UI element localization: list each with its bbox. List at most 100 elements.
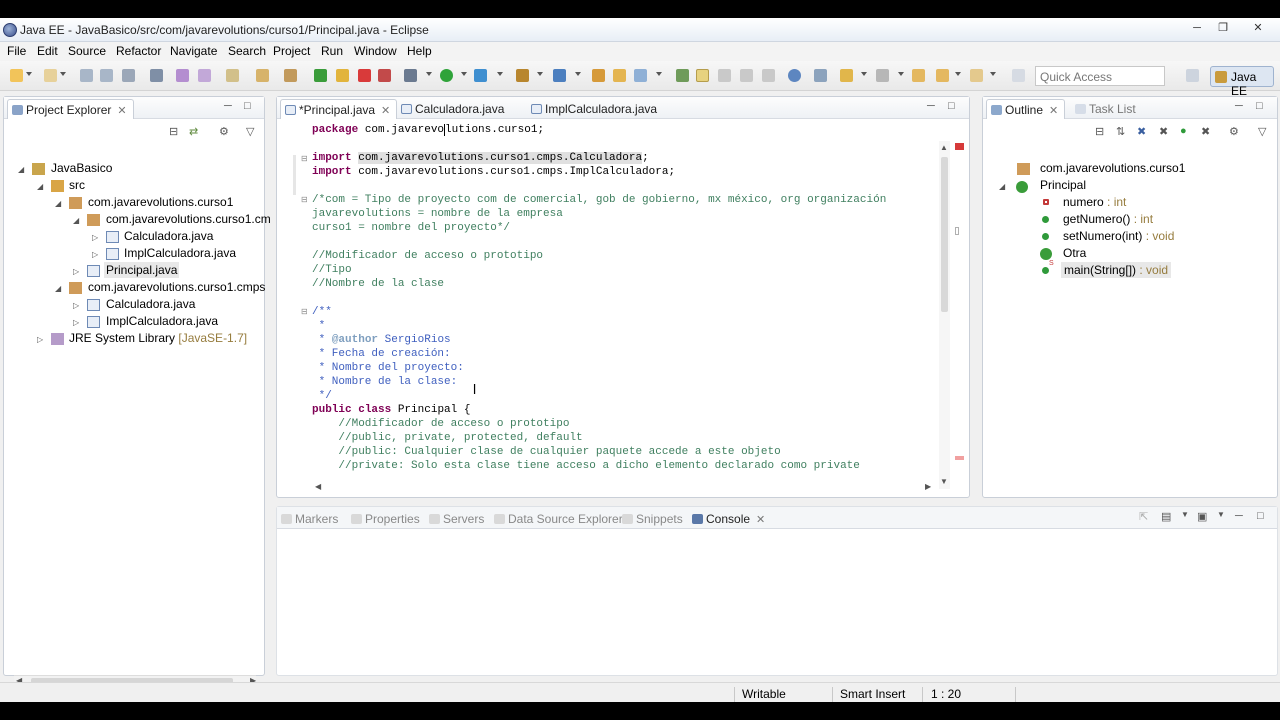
tree-item-package[interactable]: com.javarevolutions.curso1.cmps xyxy=(88,280,265,294)
outline-item-field[interactable]: numero : int xyxy=(1063,195,1126,209)
annotation-icon[interactable] xyxy=(256,69,269,82)
open-perspective-icon[interactable] xyxy=(1186,69,1199,82)
arrow-left-icon[interactable] xyxy=(936,69,949,82)
view-menu-chevron-icon[interactable]: ▽ xyxy=(1258,125,1266,138)
vertical-scrollbar[interactable]: ▲ ▼ xyxy=(939,141,950,489)
tab-project-explorer[interactable]: Project Explorer ✕ xyxy=(7,99,134,119)
tab-calculadora-java[interactable]: Calculadora.java xyxy=(397,99,510,119)
paragraph-icon[interactable] xyxy=(762,69,775,82)
new-server-icon[interactable] xyxy=(553,69,566,82)
tab-task-list[interactable]: Task List xyxy=(1071,99,1142,119)
tree-item-file-selected[interactable]: Principal.java xyxy=(104,262,180,278)
horizontal-scrollbar[interactable]: ◀ ▶ xyxy=(313,482,935,494)
pin-icon[interactable] xyxy=(634,69,647,82)
view-menu-chevron-icon[interactable]: ▽ xyxy=(246,125,254,138)
arrow-right-icon[interactable] xyxy=(970,69,983,82)
menu-navigate[interactable]: Navigate xyxy=(170,44,217,58)
open-folder-icon[interactable] xyxy=(592,69,605,82)
menu-source[interactable]: Source xyxy=(68,44,106,58)
menu-help[interactable]: Help xyxy=(407,44,432,58)
display-console-icon[interactable]: ▤ xyxy=(1161,510,1171,523)
show-whitespace-icon[interactable] xyxy=(718,69,731,82)
outline-item-class[interactable]: Otra xyxy=(1063,246,1086,260)
tree-item-project[interactable]: JavaBasico xyxy=(51,161,112,175)
minimize-view-icon[interactable]: ─ xyxy=(1235,510,1243,522)
minimize-view-icon[interactable]: ─ xyxy=(927,100,935,112)
scroll-left-icon[interactable]: ◀ xyxy=(315,482,321,491)
tree-item-file[interactable]: ImplCalculadora.java xyxy=(106,314,218,328)
tree-item-file[interactable]: ImplCalculadora.java xyxy=(124,246,236,260)
tab-markers[interactable]: Markers xyxy=(277,509,344,529)
quick-access-input[interactable]: Quick Access xyxy=(1035,66,1165,86)
collapse-all-icon[interactable]: ⊟ xyxy=(1095,125,1104,138)
print-icon[interactable] xyxy=(122,69,135,82)
save-all-icon[interactable] xyxy=(100,69,113,82)
customize-icon[interactable] xyxy=(1012,69,1025,82)
close-icon[interactable]: ✕ xyxy=(117,105,126,117)
prev-annotation-icon[interactable] xyxy=(840,69,853,82)
fold-icon[interactable]: ⊟ xyxy=(301,307,308,316)
menu-file[interactable]: File xyxy=(7,44,26,58)
globe-icon[interactable] xyxy=(788,69,801,82)
terminate-icon[interactable] xyxy=(358,69,371,82)
error-indicator[interactable] xyxy=(955,143,964,150)
new-icon[interactable] xyxy=(10,69,23,82)
restore-window-button[interactable]: ❐ xyxy=(1210,20,1236,36)
fold-icon[interactable]: ⊟ xyxy=(301,154,308,163)
close-window-button[interactable]: ✕ xyxy=(1236,20,1280,36)
dropdown-icon[interactable]: ▼ xyxy=(1217,510,1225,519)
dropdown-icon[interactable]: ▼ xyxy=(1181,510,1189,519)
new-type-icon[interactable] xyxy=(44,69,57,82)
maximize-view-icon[interactable]: □ xyxy=(1257,510,1264,522)
toggle-mark-icon[interactable] xyxy=(226,69,239,82)
tree-item-library[interactable]: JRE System Library [JavaSE-1.7] xyxy=(69,331,247,345)
outline-item-main-selected[interactable]: main(String[]) : void xyxy=(1061,262,1172,278)
tab-console[interactable]: Console ✕ xyxy=(688,509,771,529)
tree-item-package[interactable]: com.javarevolutions.curso1.cm xyxy=(106,212,271,226)
open-project-icon[interactable] xyxy=(613,69,626,82)
coverage-icon[interactable] xyxy=(474,69,487,82)
tree-item-file[interactable]: Calculadora.java xyxy=(124,229,213,243)
block-select-icon[interactable] xyxy=(740,69,753,82)
view-menu-icon[interactable]: ⚙ xyxy=(219,125,229,138)
back-icon[interactable] xyxy=(876,69,889,82)
view-menu-icon[interactable]: ⚙ xyxy=(1229,125,1239,138)
overview-marker[interactable] xyxy=(955,227,959,235)
close-icon[interactable]: ✕ xyxy=(1049,105,1058,117)
maximize-view-icon[interactable]: □ xyxy=(244,100,251,112)
maximize-view-icon[interactable]: □ xyxy=(948,100,955,112)
change-indicator[interactable] xyxy=(955,456,964,460)
open-type-icon[interactable] xyxy=(150,69,163,82)
hide-non-public-icon[interactable]: ● xyxy=(1180,125,1187,137)
tab-servers[interactable]: Servers xyxy=(425,509,490,529)
hide-fields-icon[interactable]: ✖ xyxy=(1137,125,1146,138)
maximize-view-icon[interactable]: □ xyxy=(1256,100,1263,112)
menu-run[interactable]: Run xyxy=(321,44,343,58)
open-task-icon[interactable] xyxy=(176,69,189,82)
menu-project[interactable]: Project xyxy=(273,44,310,58)
run-icon[interactable] xyxy=(440,69,453,82)
minimize-window-button[interactable]: ─ xyxy=(1184,20,1210,36)
scroll-right-icon[interactable]: ▶ xyxy=(925,482,931,491)
resume-icon[interactable] xyxy=(314,69,327,82)
link-with-editor-icon[interactable]: ⇄ xyxy=(189,125,198,138)
tab-principal-java[interactable]: *Principal.java ✕ xyxy=(280,99,398,119)
tab-properties[interactable]: Properties xyxy=(347,509,426,529)
tab-data-source-explorer[interactable]: Data Source Explorer xyxy=(490,509,629,529)
scroll-thumb[interactable] xyxy=(941,157,948,312)
minimize-view-icon[interactable]: ─ xyxy=(224,100,232,112)
menu-search[interactable]: Search xyxy=(228,44,266,58)
outline-item-package[interactable]: com.javarevolutions.curso1 xyxy=(1040,161,1185,175)
menu-edit[interactable]: Edit xyxy=(37,44,58,58)
open-console-icon[interactable]: ▣ xyxy=(1197,510,1207,523)
scroll-up-icon[interactable]: ▲ xyxy=(940,143,948,152)
outline-item-method[interactable]: getNumero() : int xyxy=(1063,212,1153,226)
navigate-back-icon[interactable] xyxy=(912,69,925,82)
search-icon[interactable] xyxy=(198,69,211,82)
tab-snippets[interactable]: Snippets xyxy=(618,509,689,529)
outline-item-class[interactable]: Principal xyxy=(1040,178,1086,192)
external-tools-icon[interactable] xyxy=(516,69,529,82)
tree-item-src[interactable]: src xyxy=(69,178,85,192)
hide-local-types-icon[interactable]: ✖ xyxy=(1201,125,1210,138)
suspend-icon[interactable] xyxy=(336,69,349,82)
